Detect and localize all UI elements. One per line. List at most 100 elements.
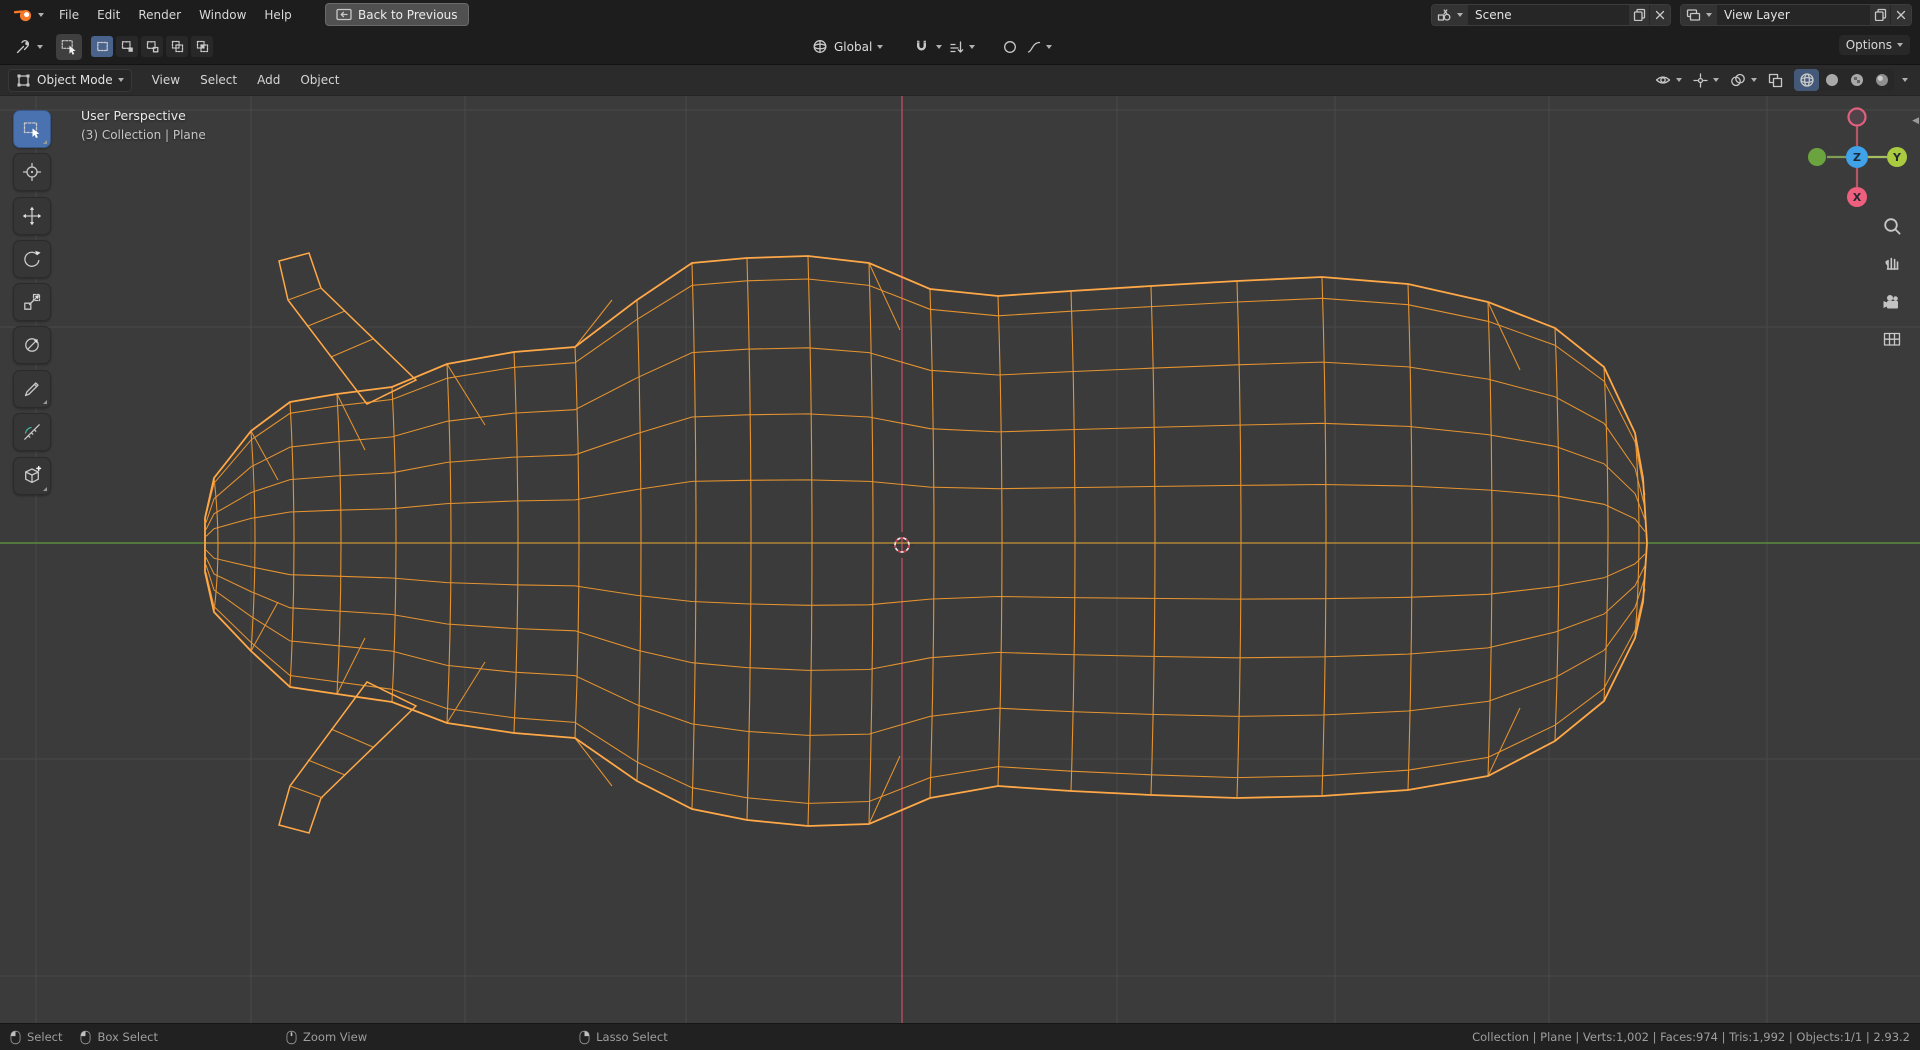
select-mode-subtract-button[interactable]: [141, 36, 163, 57]
3d-cursor: [889, 532, 915, 558]
pan-view-button[interactable]: [1879, 249, 1905, 275]
shading-rendered-button[interactable]: [1869, 69, 1894, 91]
unlink-scene-button[interactable]: [1649, 4, 1670, 25]
overlays-dropdown[interactable]: [1726, 69, 1761, 91]
back-to-previous-button[interactable]: Back to Previous: [325, 3, 469, 26]
snap-settings-dropdown[interactable]: [946, 37, 978, 57]
menu-view[interactable]: View: [142, 69, 190, 91]
viewport-canvas: [0, 96, 1920, 1023]
zoom-view-button[interactable]: [1879, 213, 1905, 239]
chevron-down-icon: [1676, 78, 1682, 82]
falloff-curve-icon: [1028, 41, 1041, 53]
chevron-down-icon: [1902, 78, 1908, 82]
tool-cursor[interactable]: [13, 153, 51, 191]
menu-help[interactable]: Help: [255, 4, 300, 26]
gizmos-dropdown[interactable]: [1689, 69, 1723, 91]
status-hint-lasso-select: Lasso Select: [579, 1030, 668, 1045]
tool-annotate[interactable]: [13, 370, 51, 408]
status-hint-zoom-view: Zoom View: [286, 1030, 367, 1045]
editor-type-button[interactable]: [9, 35, 48, 59]
viewport-menus: View Select Add Object: [142, 69, 350, 91]
material-sphere-icon: [1850, 74, 1863, 86]
chevron-down-icon: [117, 78, 124, 82]
mode-dropdown[interactable]: Object Mode: [8, 68, 132, 92]
shading-wireframe-button[interactable]: [1794, 69, 1819, 91]
menu-file[interactable]: File: [50, 4, 88, 26]
viewport-header-right: [1651, 69, 1912, 91]
tool-settings-bar: Global Options: [0, 29, 1920, 65]
eye-icon: [1655, 76, 1671, 84]
tool-group-indicator: [43, 487, 47, 491]
scene-browse-button[interactable]: [1432, 4, 1468, 25]
view-layer-name-field[interactable]: View Layer: [1717, 8, 1869, 22]
view-layer-icon: [1686, 8, 1701, 21]
scene-name-field[interactable]: Scene: [1468, 8, 1628, 22]
transform-orientation-dropdown[interactable]: Global: [806, 36, 889, 57]
tool-measure[interactable]: [13, 413, 51, 451]
select-mode-intersect-button[interactable]: [191, 36, 213, 57]
remove-view-layer-button[interactable]: [1890, 4, 1911, 25]
xray-toggle-button[interactable]: [1764, 69, 1787, 91]
camera-view-button[interactable]: [1879, 289, 1905, 315]
axis-neg-y-handle[interactable]: [1808, 148, 1826, 166]
tool-transform[interactable]: [13, 326, 51, 364]
mouse-lmb-icon: [10, 1030, 21, 1044]
back-to-previous-label: Back to Previous: [358, 7, 458, 22]
chevron-down-icon: [1457, 12, 1463, 17]
viewport-3d[interactable]: User Perspective (3) Collection | Plane: [0, 96, 1920, 1023]
shading-material-button[interactable]: [1844, 69, 1869, 91]
mouse-rmb-icon: [579, 1030, 590, 1044]
snap-toggle-button[interactable]: [911, 36, 932, 57]
magnet-icon: [917, 40, 927, 51]
tool-add-cube[interactable]: [13, 457, 51, 495]
object-visibility-dropdown[interactable]: [1651, 69, 1686, 91]
chevron-down-icon: [1713, 78, 1719, 82]
view-layer-browse-button[interactable]: [1681, 4, 1717, 25]
proportional-edit-toggle[interactable]: [1000, 37, 1020, 57]
menu-add[interactable]: Add: [247, 69, 290, 91]
chevron-down-icon: [37, 44, 43, 49]
shading-dropdown[interactable]: [1897, 69, 1912, 91]
menu-edit[interactable]: Edit: [88, 4, 129, 26]
chevron-down-icon: [1046, 44, 1053, 49]
navigation-gizmo[interactable]: X Y Z: [1797, 96, 1917, 213]
active-tool-button[interactable]: [56, 33, 82, 60]
proportional-circle-icon: [1004, 40, 1017, 53]
select-mode-invert-button[interactable]: [166, 36, 188, 57]
topbar-right: Scene View Layer: [1431, 3, 1912, 26]
hand-icon: [1885, 257, 1899, 270]
sidebar-collapse-arrow[interactable]: ◀: [1912, 116, 1919, 126]
magnifier-icon: [1884, 218, 1901, 235]
mouse-lmb-drag-icon: [80, 1030, 92, 1044]
tool-move[interactable]: [13, 197, 51, 235]
camera-icon: [1883, 295, 1898, 309]
menu-render[interactable]: Render: [129, 4, 190, 26]
snap-increment-icon: [950, 40, 964, 53]
tool-rotate[interactable]: [13, 240, 51, 278]
object-mode-icon: [17, 74, 30, 86]
menu-window[interactable]: Window: [190, 4, 255, 26]
tool-shelf: [13, 110, 53, 500]
new-view-layer-button[interactable]: [1869, 4, 1890, 25]
back-screen-icon: [336, 8, 352, 21]
shading-solid-button[interactable]: [1819, 69, 1844, 91]
axis-neg-x-handle[interactable]: [1847, 107, 1867, 127]
menu-object[interactable]: Object: [290, 69, 349, 91]
proportional-falloff-dropdown[interactable]: [1024, 37, 1055, 57]
blender-menu-button[interactable]: [8, 5, 50, 25]
axis-y-label: Y: [1892, 151, 1902, 164]
select-mode-set-button[interactable]: [91, 36, 113, 57]
tool-scale[interactable]: [13, 283, 51, 321]
duplicate-icon: [1633, 8, 1645, 21]
tool-group-indicator: [43, 140, 47, 144]
select-mode-extend-button[interactable]: [116, 36, 138, 57]
options-dropdown[interactable]: Options: [1838, 35, 1910, 55]
topbar-menus: File Edit Render Window Help: [50, 4, 301, 26]
new-scene-button[interactable]: [1628, 4, 1649, 25]
wireframe-sphere-icon: [1799, 73, 1814, 87]
tool-select-box[interactable]: [13, 110, 51, 148]
menu-select[interactable]: Select: [190, 69, 247, 91]
chevron-down-icon: [877, 44, 884, 49]
ortho-toggle-button[interactable]: [1879, 326, 1905, 352]
status-hint-label: Zoom View: [303, 1030, 368, 1044]
